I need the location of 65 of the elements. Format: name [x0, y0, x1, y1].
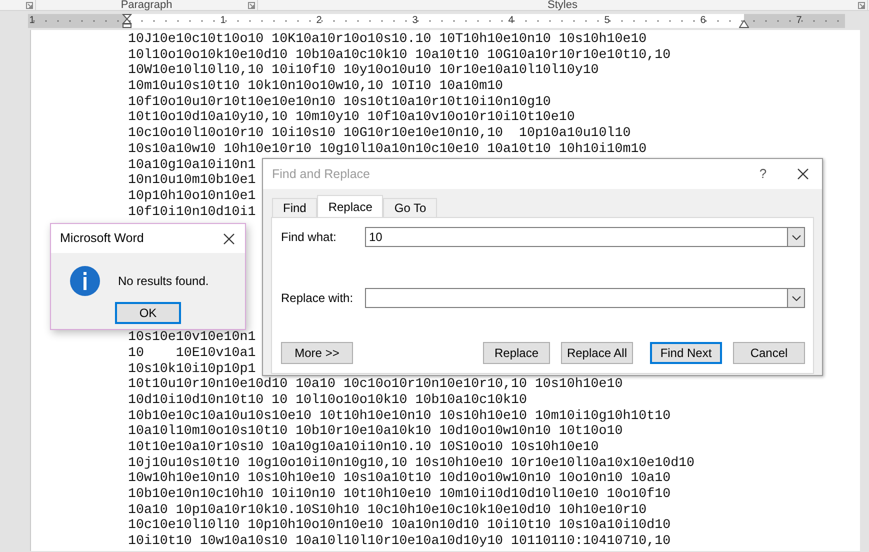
- document-text-line: 10c10o10l10o10r10 10i10s10 10G10r10e10e10n10,10 10p10a10u10l10: [128, 125, 631, 141]
- message-box-title: Microsoft Word: [60, 230, 144, 248]
- ruler-number: 3: [411, 15, 419, 27]
- find-what-field[interactable]: 10: [365, 227, 787, 247]
- ok-button[interactable]: OK: [115, 302, 181, 324]
- message-text: No results found.: [118, 273, 209, 290]
- document-text-line: 10J10e10c10t10o10 10K10a10r10o10s10.10 10T10h10e10n10 10s10h10e10: [128, 31, 647, 47]
- chevron-down-icon: [792, 234, 800, 240]
- document-text-line: 10w10h10e10n10 10s10h10e10 10s10a10t10 10d10o10w10n10 10o10n10 10a10: [128, 470, 671, 486]
- information-icon: [69, 265, 101, 297]
- document-text-line: 10l10o10o10k10e10d10 10b10a10c10k10 10a10t10 10G10a10r10r10e10t10,10: [128, 46, 671, 62]
- dialog-button[interactable]: Cancel: [733, 342, 805, 364]
- document-text-line: 10s10a10w10 10h10e10r10 10g10l10a10n10c10e10 10a10t10 10h10i10m10: [128, 140, 647, 156]
- dropdown-button[interactable]: [787, 288, 805, 308]
- document-text-line: 10d10i10d10n10t10 10 10l10o10o10k10 10b10a10c10k10: [128, 392, 527, 408]
- document-text-line: 10s10k10i10p10p1: [128, 360, 256, 376]
- dialog-button[interactable]: More >>: [281, 342, 353, 364]
- help-button[interactable]: ?: [753, 164, 773, 184]
- document-text-line: 10n10u10m10b10e1: [128, 172, 256, 188]
- document-text-line: 10c10e10l10l10 10p10h10o10n10e10 10a10n10d10 10i10t10 10s10a10i10d10: [128, 517, 671, 534]
- ruler-number: 2: [315, 15, 323, 27]
- field-label: Find what:: [281, 229, 338, 246]
- field-label: Replace with:: [281, 290, 354, 307]
- ruler-number: 7: [795, 15, 803, 27]
- document-text-line: 10W10e10l10l10,10 10i10f10 10y10o10u10 10r10e10a10l10l10y10: [128, 62, 599, 78]
- document-text-line: 10m10u10s10t10 10k10n10o10w10,10 10I10 10a10m10: [128, 78, 504, 94]
- ruler-number: 6: [699, 15, 707, 27]
- document-text-line: 10t10u10r10n10e10d10 10a10 10c10o10r10n10e10r10,10 10s10h10e10: [128, 376, 623, 392]
- document-text-line: 10b10e10n10c10h10 10i10n10 10t10h10e10 10m10i10d10d10l10e10 10o10f10: [128, 486, 671, 502]
- replace-with-field[interactable]: [365, 288, 787, 308]
- dialog-button[interactable]: Replace: [483, 342, 550, 364]
- group-label: Paragraph: [120, 0, 172, 10]
- dialog-launcher-icon[interactable]: [26, 2, 33, 9]
- dialog-tab[interactable]: Find: [272, 198, 318, 217]
- ruler-number: 1: [28, 15, 36, 27]
- document-text-line: 10t10e10a10r10s10 10a10g10a10i10n10.10 10S10o10 10s10h10e10: [128, 438, 599, 455]
- ruler-number: 4: [507, 15, 515, 27]
- indent-marker-icon[interactable]: [739, 20, 749, 28]
- document-text-line: 10a10 10p10a10r10k10.10S10h10 10c10h10e10c10k10e10d10 10h10e10r10: [128, 502, 647, 518]
- indent-marker-icon[interactable]: [122, 14, 132, 28]
- dialog-tab[interactable]: Replace: [317, 195, 384, 217]
- ruler-number: 1: [219, 15, 227, 27]
- dialog-button[interactable]: Replace All: [561, 342, 633, 364]
- dialog-title: Find and Replace: [272, 166, 370, 183]
- dialog-launcher-icon[interactable]: [858, 2, 865, 9]
- document-text-line: 10s10e10v10e10n1: [128, 329, 256, 345]
- document-text-line: 10p10h10o10n10e1: [128, 188, 256, 204]
- document-text-line: 10i10t10 10w10a10s10 10a10l10l10r10e10a10d10y10 10110110:10410710,10: [128, 533, 671, 549]
- document-text-line: 10a10g10a10i10n1: [128, 156, 256, 172]
- ruler-number: 5: [603, 15, 611, 27]
- dialog-launcher-icon[interactable]: [248, 2, 255, 9]
- document-text-line: 10t10o10d10a10y10,10 10m10y10 10f10a10v10o10r10i10t10e10: [128, 109, 575, 126]
- dropdown-button[interactable]: [787, 227, 805, 247]
- dialog-button[interactable]: Find Next: [650, 342, 722, 364]
- chevron-down-icon: [792, 296, 800, 300]
- close-icon[interactable]: [797, 168, 809, 180]
- close-icon[interactable]: [223, 232, 235, 244]
- dialog-tab[interactable]: Go To: [383, 198, 438, 217]
- group-label: Styles: [548, 0, 578, 10]
- document-text-line: 10f10o10u10r10t10e10e10n10 10s10t10a10r10t10i10n10g10: [128, 94, 551, 110]
- document-text-line: 10a10l10m10o10s10t10 10b10r10e10a10k10 10d10o10w10n10 10t10o10: [128, 423, 623, 439]
- document-text-line: 10f10i10n10d10i1: [128, 204, 256, 220]
- document-text-line: 10b10e10c10a10u10s10e10 10t10h10e10n10 10s10h10e10 10m10i10g10h10t10: [128, 408, 671, 424]
- document-text-line: 10j10u10s10t10 10g10o10i10n10g10,10 10s10h10e10 10r10e10l10a10x10e10d10: [128, 454, 695, 470]
- document-text-line: 10 10E10v10a1: [128, 344, 256, 361]
